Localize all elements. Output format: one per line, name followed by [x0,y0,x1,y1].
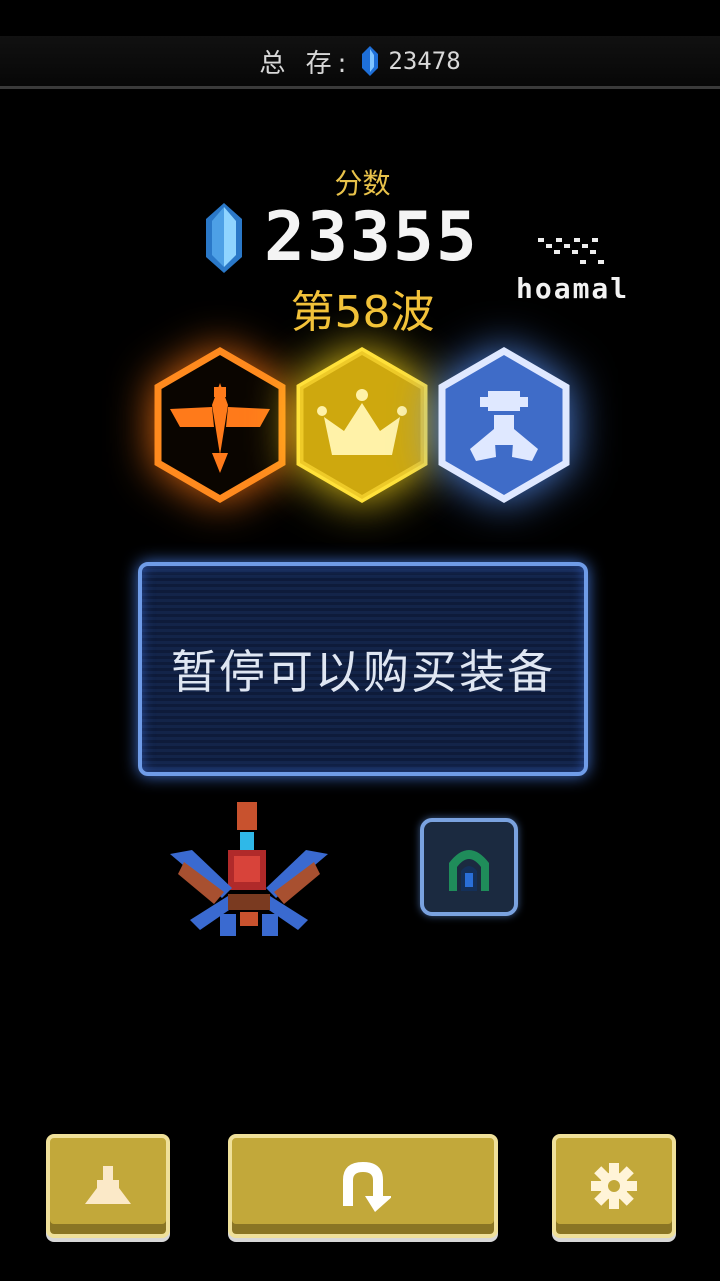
fighter-medal [434,345,574,505]
pause-message: 暂停可以购买装备 [171,645,555,699]
restart-button[interactable] [228,1134,498,1238]
total-label: 总 存: [259,48,353,79]
gem-icon [206,202,242,273]
difficulty-label: hoamal [516,272,630,305]
gear-icon [591,1163,637,1209]
fighter-icon [438,346,570,504]
total-value: 23478 [388,47,461,75]
score-label: 分数 [334,167,391,200]
difficulty-stripes-icon [538,238,604,264]
total-bar: 总 存: 23478 [0,36,720,89]
phoenix-medal [150,345,290,505]
restart-icon [343,1162,391,1212]
score-value: 23355 [264,198,479,277]
medal-row [150,345,580,510]
player-ship [170,802,328,936]
equipment-slot[interactable] [420,818,518,916]
score-row: 23355 [206,198,479,277]
phoenix-icon [154,346,286,504]
ship-select-button[interactable] [46,1134,170,1238]
gem-icon [362,46,379,76]
crown-medal [292,345,432,505]
pause-message-panel: 暂停可以购买装备 [138,562,588,776]
settings-button[interactable] [552,1134,676,1238]
shield-item-icon [449,850,489,891]
difficulty-indicator: hoamal [516,236,629,305]
ship-icon [85,1166,131,1204]
crown-icon [296,346,428,504]
